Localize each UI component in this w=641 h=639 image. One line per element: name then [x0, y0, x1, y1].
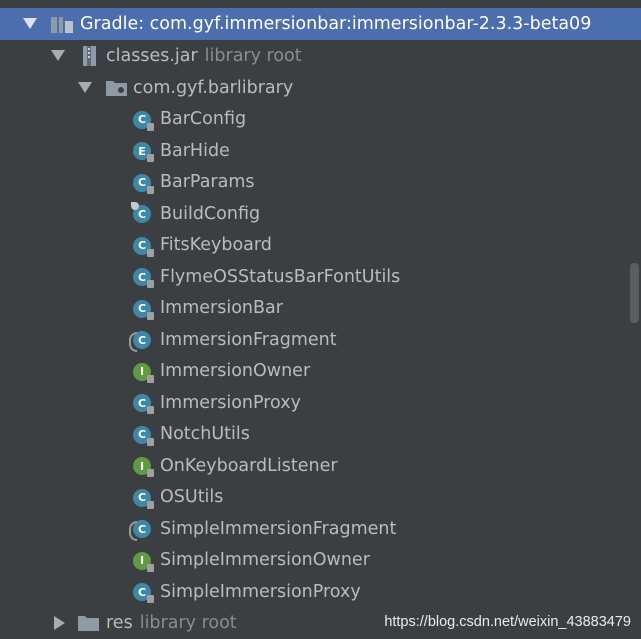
- class-name-label: ImmersionFragment: [160, 329, 337, 350]
- jar-name: classes.jar: [106, 45, 198, 66]
- class-icon: C: [133, 173, 154, 194]
- class-name-label: SimpleImmersionFragment: [160, 518, 397, 539]
- lock-icon: [147, 595, 154, 603]
- interface-icon: I: [133, 551, 154, 572]
- tree-row-classes-jar[interactable]: classes.jar library root: [0, 40, 641, 72]
- class-name-label: SimpleImmersionOwner: [160, 550, 370, 571]
- previous-row-fragment: [0, 0, 641, 6]
- lock-icon: [147, 311, 154, 320]
- expand-arrow-icon[interactable]: [78, 82, 92, 93]
- library-root-tag: library root: [139, 612, 237, 633]
- folder-icon: [78, 616, 99, 631]
- class-icon: C: [133, 299, 154, 320]
- class-name-label: ImmersionBar: [160, 298, 283, 319]
- tree-row-class[interactable]: C NotchUtils: [0, 419, 641, 451]
- class-name-label: FlymeOSStatusBarFontUtils: [160, 266, 401, 287]
- tree-row-class[interactable]: C SimpleImmersionProxy: [0, 576, 641, 608]
- abstract-marker-icon: [129, 521, 137, 541]
- expand-arrow-icon[interactable]: [23, 18, 37, 29]
- lock-icon: [147, 500, 154, 509]
- class-name-label: SimpleImmersionProxy: [160, 581, 361, 602]
- class-name-label: OSUtils: [160, 487, 224, 508]
- res-name: res: [106, 612, 133, 633]
- tree-row-class[interactable]: I OnKeyboardListener: [0, 450, 641, 482]
- enum-icon: E: [133, 142, 154, 162]
- class-icon: C: [131, 202, 151, 223]
- class-icon: C: [133, 425, 154, 446]
- collapse-arrow-icon[interactable]: [54, 616, 65, 630]
- tree-row-package[interactable]: com.gyf.barlibrary: [0, 72, 641, 104]
- lock-icon: [147, 154, 154, 162]
- class-icon: C: [133, 110, 154, 131]
- tree-row-class[interactable]: I SimpleImmersionOwner: [0, 545, 641, 577]
- library-root-tag: library root: [204, 45, 302, 66]
- abstract-marker-icon: [129, 332, 137, 352]
- class-name-label: BarConfig: [160, 109, 247, 130]
- class-name-label: OnKeyboardListener: [160, 455, 338, 476]
- jar-icon: [83, 46, 96, 66]
- project-tree: Gradle: com.gyf.immersionbar:immersionba…: [0, 0, 641, 638]
- class-name-label: ImmersionOwner: [160, 361, 311, 382]
- class-icon: C: [133, 488, 154, 509]
- generated-marker-icon: [131, 202, 139, 210]
- tree-row-class[interactable]: C OSUtils: [0, 482, 641, 514]
- tree-row-class[interactable]: I ImmersionOwner: [0, 356, 641, 388]
- classes-jar-label: classes.jar library root: [106, 46, 302, 66]
- class-icon: C: [129, 520, 151, 541]
- tree-row-class[interactable]: C SimpleImmersionFragment: [0, 513, 641, 545]
- lock-icon: [147, 563, 154, 572]
- lock-icon: [147, 248, 154, 257]
- class-name-label: BarParams: [160, 172, 255, 193]
- class-icon: C: [133, 236, 154, 257]
- class-name-label: ImmersionProxy: [160, 392, 301, 413]
- watermark-text: https://blog.csdn.net/weixin_43883479: [384, 614, 631, 630]
- vertical-scrollbar-thumb[interactable]: [630, 263, 639, 323]
- lock-icon: [147, 406, 154, 414]
- class-name-label: BarHide: [160, 140, 230, 161]
- tree-row-class[interactable]: C BarConfig: [0, 104, 641, 136]
- interface-icon: I: [133, 362, 154, 383]
- res-label: res library root: [106, 613, 237, 633]
- tree-row-class[interactable]: C ImmersionBar: [0, 293, 641, 325]
- class-name-label: NotchUtils: [160, 424, 250, 445]
- class-name-label: BuildConfig: [160, 203, 261, 224]
- gradle-library-label: Gradle: com.gyf.immersionbar:immersionba…: [80, 13, 592, 34]
- tree-row-class[interactable]: C BuildConfig: [0, 198, 641, 230]
- tree-row-class[interactable]: C FlymeOSStatusBarFontUtils: [0, 261, 641, 293]
- library-icon: [51, 17, 73, 33]
- tree-row-class[interactable]: C BarParams: [0, 167, 641, 199]
- class-icon: C: [129, 331, 151, 352]
- tree-row-class[interactable]: E BarHide: [0, 135, 641, 167]
- lock-icon: [147, 185, 154, 194]
- tree-row-class[interactable]: C ImmersionProxy: [0, 387, 641, 419]
- class-name-label: FitsKeyboard: [160, 235, 272, 256]
- class-icon: C: [133, 394, 154, 414]
- tree-row-class[interactable]: C ImmersionFragment: [0, 324, 641, 356]
- class-icon: C: [133, 583, 154, 603]
- lock-icon: [147, 374, 154, 383]
- tree-row-gradle-library[interactable]: Gradle: com.gyf.immersionbar:immersionba…: [0, 8, 641, 40]
- tree-row-class[interactable]: C FitsKeyboard: [0, 230, 641, 262]
- lock-icon: [147, 437, 154, 446]
- package-label: com.gyf.barlibrary: [133, 77, 294, 98]
- expand-arrow-icon[interactable]: [51, 50, 65, 61]
- class-icon: C: [133, 268, 154, 288]
- interface-icon: I: [133, 457, 154, 477]
- package-icon: [106, 81, 127, 96]
- lock-icon: [147, 280, 154, 288]
- lock-icon: [147, 469, 154, 477]
- lock-icon: [147, 122, 154, 131]
